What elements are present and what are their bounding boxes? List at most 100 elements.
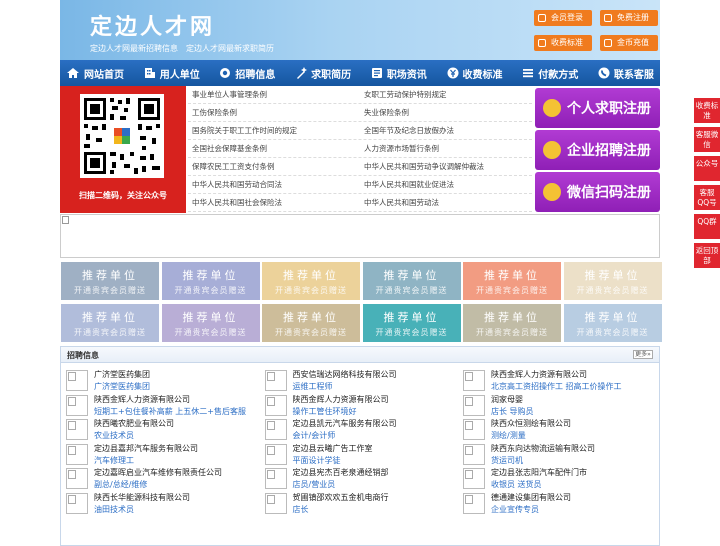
company-logo[interactable] <box>66 443 88 465</box>
company-name[interactable]: 陕西东向达物流运输有限公司 <box>491 443 595 454</box>
job-positions[interactable]: 运维工程师 <box>293 381 333 392</box>
side-button[interactable]: 收费标准 <box>694 98 720 123</box>
company-name[interactable]: 定边县凯元汽车服务有限公司 <box>293 418 397 429</box>
job-positions[interactable]: 副总/总经/维修 <box>94 479 147 490</box>
job-item[interactable]: 陕西金辉人力资源有限公司 北京高工资招操作工 招高工价操作工 <box>459 368 654 392</box>
job-positions[interactable]: 店长 <box>293 504 309 515</box>
company-logo[interactable] <box>264 443 287 465</box>
job-positions[interactable]: 汽车修理工 <box>94 455 134 466</box>
nav-jobs[interactable]: 招聘信息 <box>219 60 275 86</box>
company-logo[interactable] <box>264 492 287 514</box>
company-name[interactable]: 陕西金辉人力资源有限公司 <box>94 394 190 405</box>
company-logo[interactable] <box>264 394 287 416</box>
job-positions[interactable]: 短期工+包住餐补高薪 上五休二+售后客服 <box>94 406 246 417</box>
company-logo[interactable] <box>463 468 485 489</box>
pricing-button[interactable]: 收费标准 <box>534 35 592 51</box>
jobseeker-register-button[interactable]: 个人求职注册 <box>535 88 660 128</box>
regulation-link[interactable]: 保障农民工工资支付条例 <box>188 158 360 175</box>
wechat-register-button[interactable]: 微信扫码注册 <box>535 172 660 212</box>
job-positions[interactable]: 广济堂医药集团 <box>94 381 150 392</box>
company-name[interactable]: 西安信瑞达网络科技有限公司 <box>293 369 397 380</box>
job-item[interactable]: 广济堂医药集团 广济堂医药集团 <box>62 368 257 392</box>
job-item[interactable]: 定边县嘉邦汽车服务有限公司 汽车修理工 <box>62 442 257 466</box>
regulation-link[interactable]: 中华人民共和国社会保险法 <box>188 194 360 211</box>
regulation-link[interactable]: 中华人民共和国劳动争议调解仲裁法 <box>360 158 532 175</box>
company-logo[interactable] <box>463 419 485 440</box>
side-button[interactable]: 公众号 <box>694 156 720 181</box>
job-item[interactable]: 德通建设集团有限公司 企业宣传专员 <box>459 491 654 515</box>
company-logo[interactable] <box>463 492 485 514</box>
regulation-link[interactable]: 中华人民共和国劳动合同法 <box>188 176 360 193</box>
company-name[interactable]: 润家母婴 <box>491 394 523 405</box>
company-name[interactable]: 陕西金辉人力资源有限公司 <box>293 394 389 405</box>
job-item[interactable]: 定边县凯元汽车服务有限公司 会计/会计师 <box>261 417 456 441</box>
promo-tile[interactable]: 推荐单位 开通贵宾会员赠送 <box>563 262 662 300</box>
job-item[interactable]: 贺圃镇邵欢欢五金机电商行 店长 <box>261 491 456 515</box>
side-button[interactable]: QQ群 <box>694 214 720 239</box>
regulation-link[interactable]: 女职工劳动保护特别规定 <box>360 86 532 103</box>
job-positions[interactable]: 店员/营业员 <box>293 479 336 490</box>
job-positions[interactable]: 农业技术员 <box>94 430 134 441</box>
promo-tile[interactable]: 推荐单位 开通贵宾会员赠送 <box>161 262 260 300</box>
nav-employers[interactable]: 用人单位 <box>144 60 200 86</box>
company-name[interactable]: 德通建设集团有限公司 <box>491 492 571 503</box>
company-logo[interactable] <box>66 468 88 489</box>
job-item[interactable]: 陕西东向达物流运输有限公司 货运司机 <box>459 442 654 466</box>
regulation-link[interactable]: 中华人民共和国劳动法 <box>360 194 532 211</box>
site-title[interactable]: 定边人才网 <box>90 9 215 41</box>
job-positions[interactable]: 企业宣传专员 <box>491 504 539 515</box>
company-name[interactable]: 陕西金辉人力资源有限公司 <box>491 369 587 380</box>
job-item[interactable]: 定边嘉晖启业汽车维修有限责任公司 副总/总经/维修 <box>62 466 257 490</box>
side-button[interactable]: 客服微信 <box>694 127 720 152</box>
job-item[interactable]: 陕西长华能源科技有限公司 油田技术员 <box>62 491 257 515</box>
promo-tile[interactable]: 推荐单位 开通贵宾会员赠送 <box>262 262 360 300</box>
nav-payment[interactable]: 付款方式 <box>522 60 578 86</box>
nav-home[interactable]: 网站首页 <box>66 60 124 86</box>
regulation-link[interactable]: 国务院关于职工工作时间的规定 <box>188 122 360 139</box>
job-positions[interactable]: 收银员 送货员 <box>491 479 542 490</box>
register-button[interactable]: 免费注册 <box>600 10 658 26</box>
company-name[interactable]: 陕西长华能源科技有限公司 <box>94 492 190 503</box>
promo-tile[interactable]: 推荐单位 开通贵宾会员赠送 <box>161 304 260 342</box>
regulation-link[interactable]: 全国年节及纪念日放假办法 <box>360 122 532 139</box>
job-item[interactable]: 陕西众恒测绘有限公司 测绘/测量 <box>459 417 654 441</box>
job-item[interactable]: 陕西金辉人力资源有限公司 短期工+包住餐补高薪 上五休二+售后客服 <box>62 393 257 417</box>
job-positions[interactable]: 操作工管住环境好 <box>293 406 357 417</box>
promo-tile[interactable]: 推荐单位 开通贵宾会员赠送 <box>61 304 159 342</box>
regulation-link[interactable]: 中华人民共和国就业促进法 <box>360 176 532 193</box>
login-button[interactable]: 会员登录 <box>534 10 592 26</box>
recharge-button[interactable]: 金币充值 <box>600 35 658 51</box>
job-positions[interactable]: 货运司机 <box>491 455 523 466</box>
job-item[interactable]: 陕西金辉人力资源有限公司 操作工管住环境好 <box>261 393 456 417</box>
company-name[interactable]: 广济堂医药集团 <box>94 369 150 380</box>
regulation-link[interactable]: 事业单位人事管理条例 <box>188 86 360 103</box>
side-button[interactable]: 客服QQ号 <box>694 185 720 210</box>
promo-tile[interactable]: 推荐单位 开通贵宾会员赠送 <box>563 304 662 342</box>
company-name[interactable]: 陕西众恒测绘有限公司 <box>491 418 571 429</box>
nav-contact[interactable]: 联系客服 <box>598 60 654 86</box>
ad-banner[interactable] <box>60 214 660 258</box>
company-logo[interactable] <box>66 419 88 440</box>
company-name[interactable]: 定边县宪杰百老泉通经销部 <box>293 467 389 478</box>
company-name[interactable]: 陕西曦农肥业有限公司 <box>94 418 174 429</box>
company-name[interactable]: 定边县嘉邦汽车服务有限公司 <box>94 443 198 454</box>
promo-tile[interactable]: 推荐单位 开通贵宾会员赠送 <box>463 262 561 300</box>
company-logo[interactable] <box>264 468 287 489</box>
job-positions[interactable]: 平面设计学徒 <box>293 455 341 466</box>
company-logo[interactable] <box>66 370 88 391</box>
job-positions[interactable]: 会计/会计师 <box>293 430 336 441</box>
job-positions[interactable]: 油田技术员 <box>94 504 134 515</box>
company-logo[interactable] <box>463 443 485 465</box>
company-logo[interactable] <box>66 394 88 416</box>
job-item[interactable]: 定边县宪杰百老泉通经销部 店员/营业员 <box>261 466 456 490</box>
promo-tile[interactable]: 推荐单位 开通贵宾会员赠送 <box>362 262 461 300</box>
company-logo[interactable] <box>264 419 287 440</box>
job-item[interactable]: 定边县张志阳汽车配件门市 收银员 送货员 <box>459 466 654 490</box>
regulation-link[interactable]: 人力资源市场暂行条例 <box>360 140 532 157</box>
promo-tile[interactable]: 推荐单位 开通贵宾会员赠送 <box>362 304 461 342</box>
job-item[interactable]: 西安信瑞达网络科技有限公司 运维工程师 <box>261 368 456 392</box>
company-logo[interactable] <box>264 370 287 391</box>
nav-resumes[interactable]: 求职简历 <box>295 60 351 86</box>
promo-tile[interactable]: 推荐单位 开通贵宾会员赠送 <box>61 262 159 300</box>
employer-register-button[interactable]: 企业招聘注册 <box>535 130 660 170</box>
